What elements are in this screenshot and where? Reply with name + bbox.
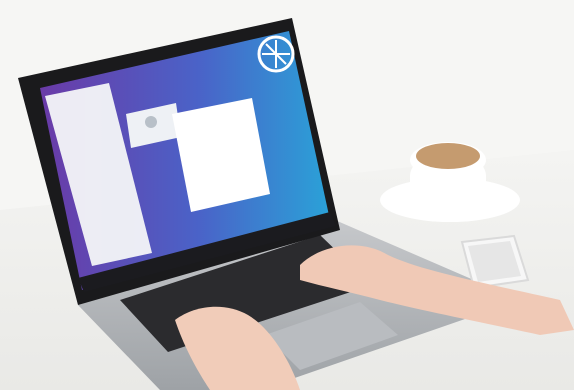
- photo-scene: [0, 0, 574, 390]
- coffee: [416, 143, 480, 169]
- avatar-icon: [145, 116, 157, 128]
- screen-logo-icon: [257, 35, 295, 73]
